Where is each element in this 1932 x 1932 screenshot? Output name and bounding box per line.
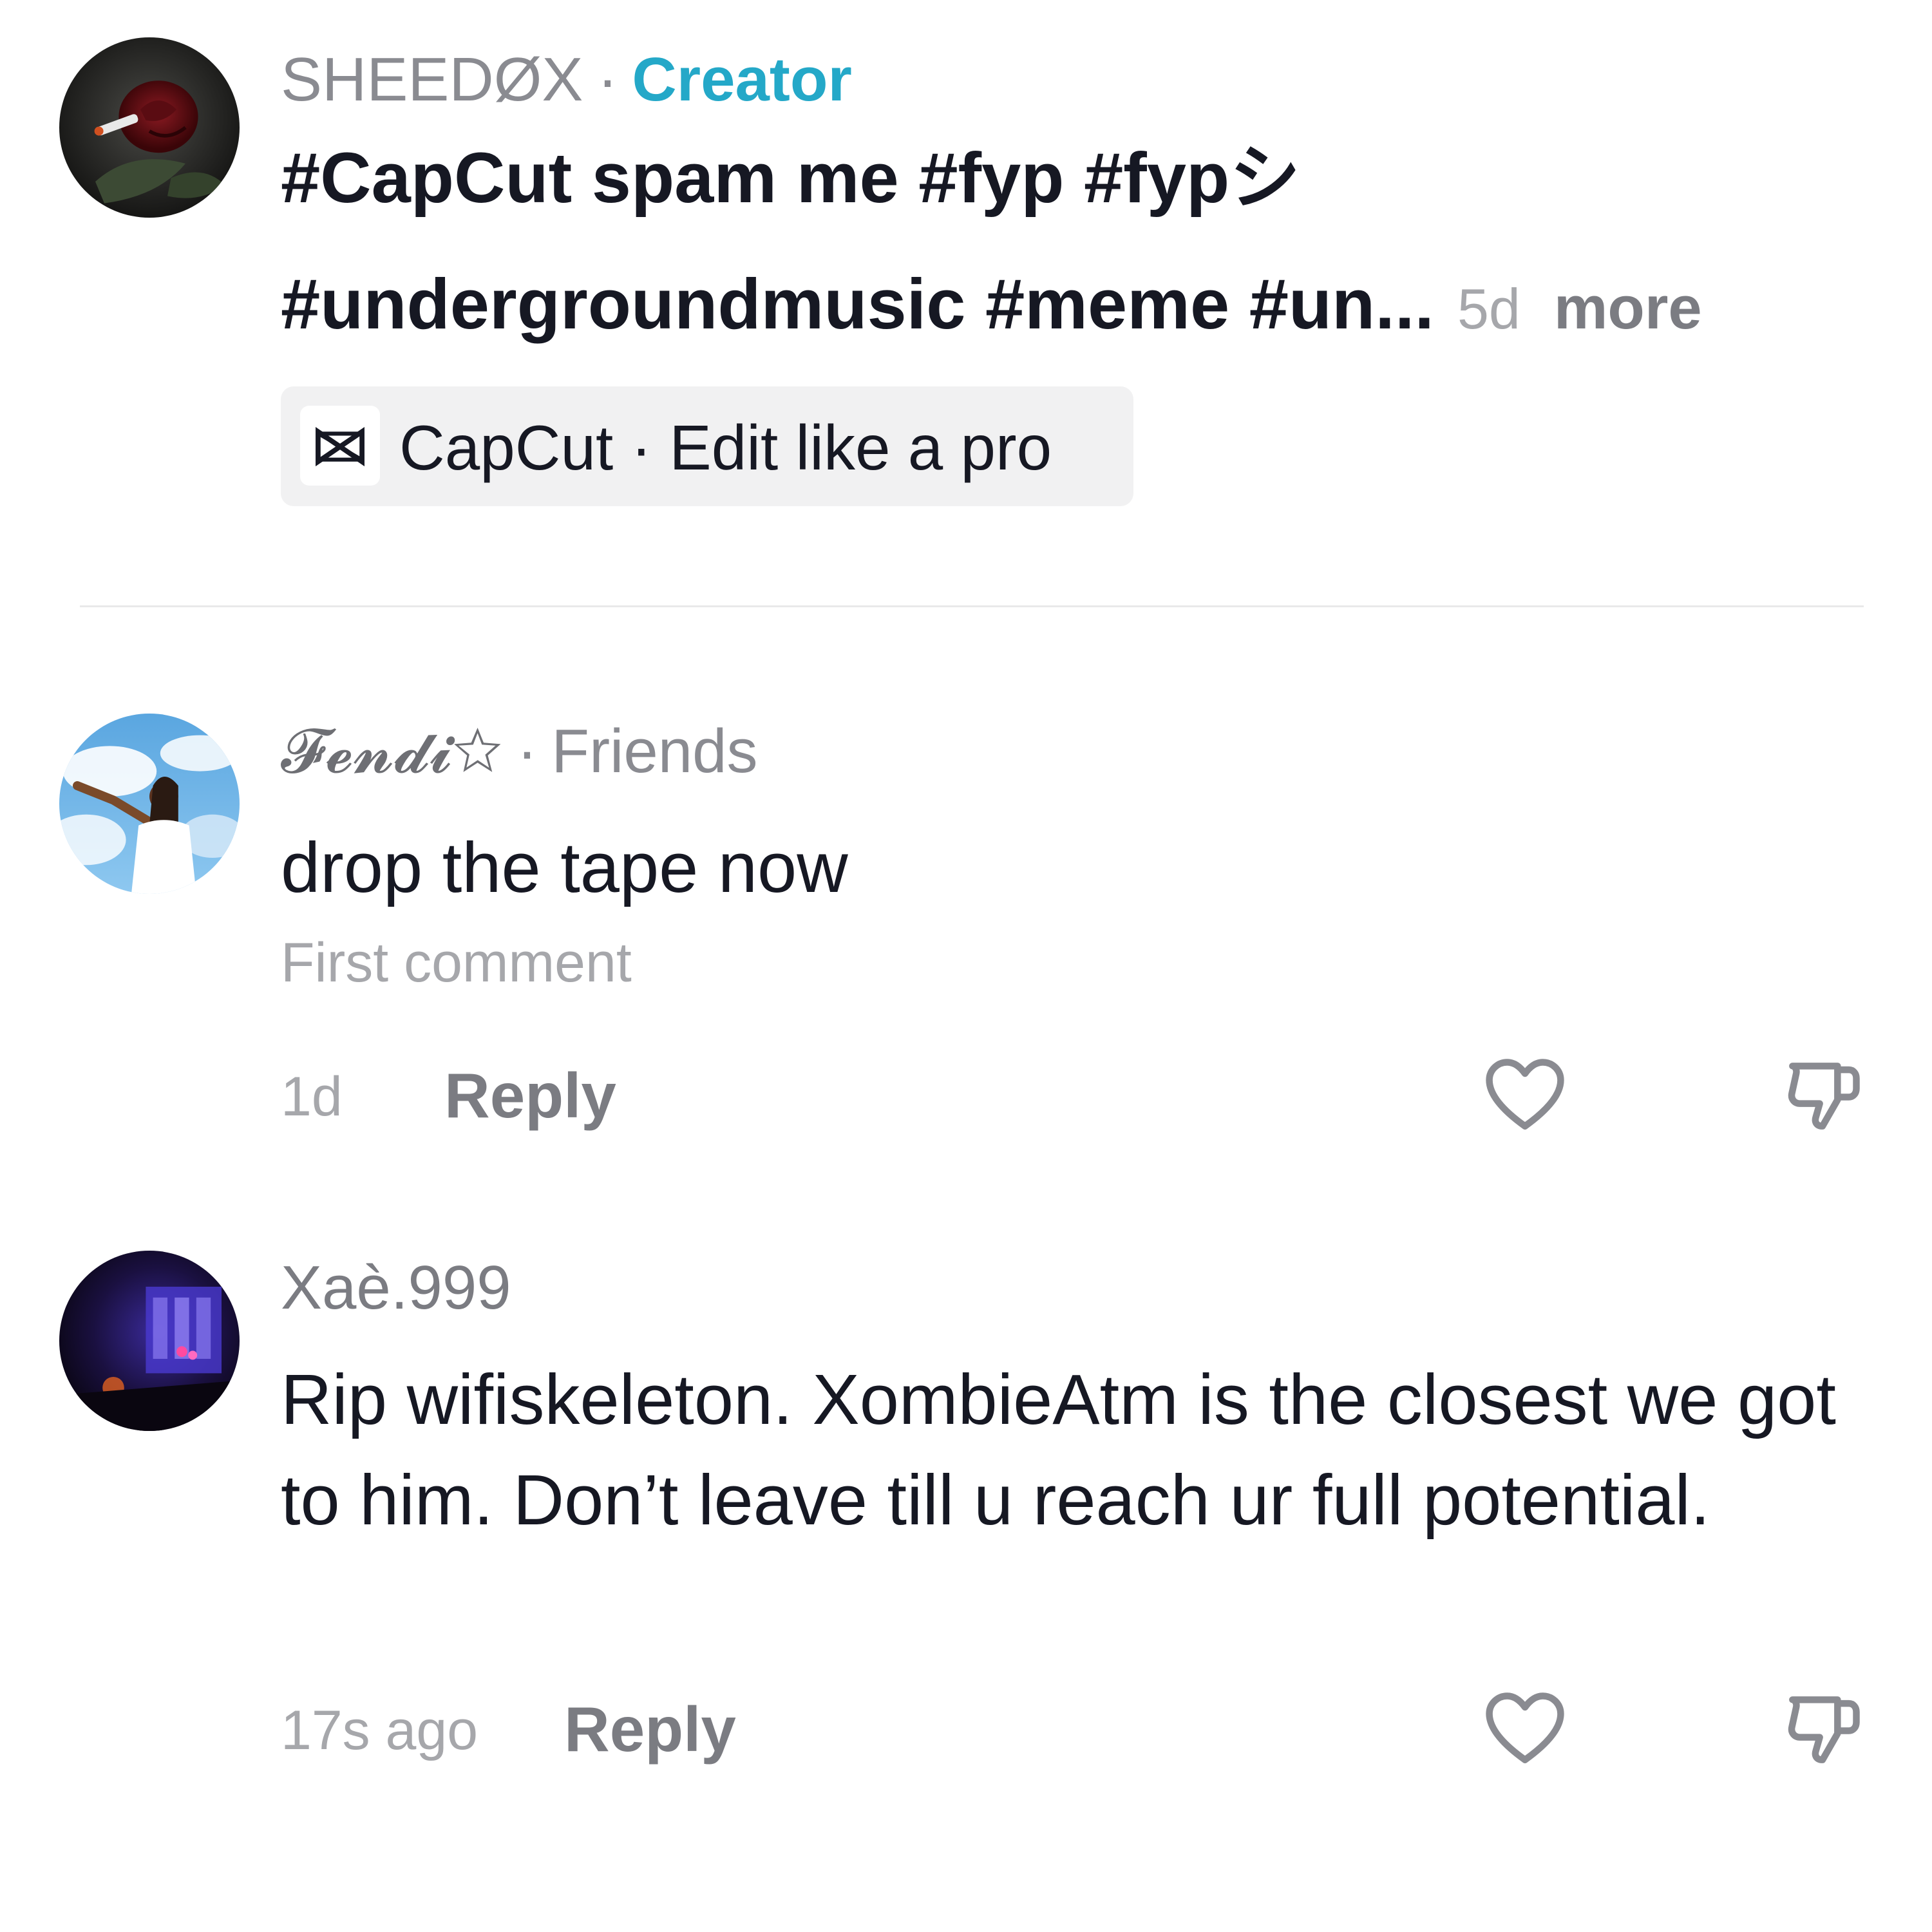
creator-badge: Creator xyxy=(632,45,852,114)
thumbs-down-icon[interactable] xyxy=(1777,1051,1868,1141)
caption-line-2-row: #undergroundmusic #meme #un... 5d more xyxy=(281,269,1702,340)
comment-1-reply-button[interactable]: Reply xyxy=(444,1064,616,1127)
caption-line-1: #CapCut spam me #fyp #fypシ xyxy=(281,138,1301,218)
heart-outline-icon[interactable] xyxy=(1480,1685,1570,1775)
commenter-avatar-xae[interactable] xyxy=(59,1251,240,1431)
caption-line-2: #undergroundmusic #meme #un... xyxy=(281,265,1434,344)
caption-age: 5d xyxy=(1457,277,1520,341)
creator-username[interactable]: SHEEDØX xyxy=(281,45,583,114)
commenter-avatar-fendi[interactable] xyxy=(59,714,240,894)
separator-dot: · xyxy=(516,717,538,786)
capcut-anchor-chip[interactable]: CapCut · Edit like a pro xyxy=(281,386,1133,506)
comment-2-text: Rip wifiskeleton. XombieAtm is the close… xyxy=(281,1360,1836,1540)
capcut-icon xyxy=(300,406,380,486)
comment-2-reply-button[interactable]: Reply xyxy=(564,1698,736,1761)
separator-dot: · xyxy=(597,45,618,114)
rose-avatar-image xyxy=(59,37,240,218)
heart-outline-icon[interactable] xyxy=(1480,1051,1570,1141)
friends-label: Friends xyxy=(551,717,758,786)
section-divider xyxy=(80,605,1864,607)
comment-2-time: 17s ago xyxy=(281,1700,478,1761)
more-button[interactable]: more xyxy=(1554,274,1702,341)
thumbs-down-icon[interactable] xyxy=(1777,1685,1868,1775)
comment-1-time: 1d xyxy=(281,1066,343,1128)
comment-1-text: drop the tape now xyxy=(281,828,848,907)
comment-2-username[interactable]: Xaè.999 xyxy=(281,1253,511,1322)
creator-username-row: SHEEDØX · Creator xyxy=(281,49,852,111)
creator-avatar[interactable] xyxy=(59,37,240,218)
sky-person-avatar-image xyxy=(59,714,240,894)
first-comment-tag: First comment xyxy=(281,932,632,994)
anchor-label: CapCut · Edit like a pro xyxy=(399,412,1052,483)
comment-1-username[interactable]: 𝓕𝓮𝓷𝓭𝓲☆ xyxy=(281,715,502,787)
concert-avatar-image xyxy=(59,1251,240,1431)
comment-2-username-row: Xaè.999 xyxy=(281,1257,511,1319)
comment-1-username-row: 𝓕𝓮𝓷𝓭𝓲☆ · Friends xyxy=(281,720,758,782)
